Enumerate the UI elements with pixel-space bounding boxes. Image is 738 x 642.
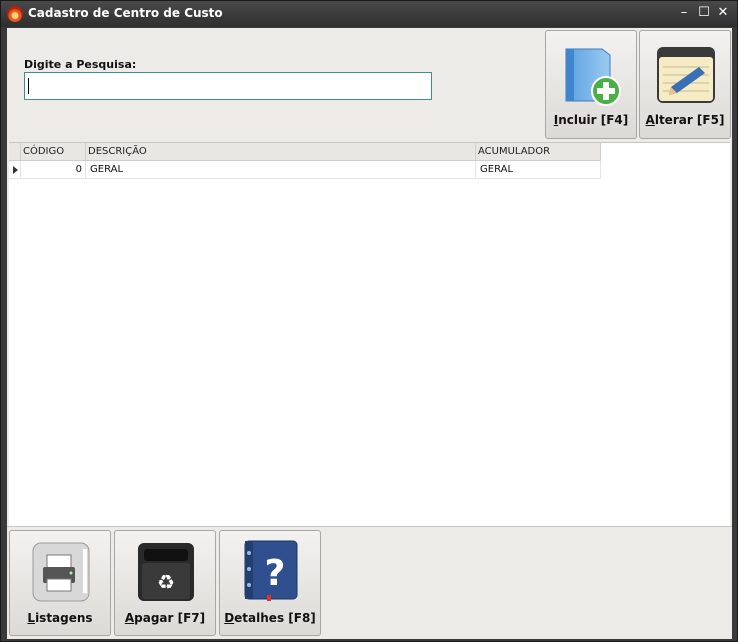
svg-text:♻: ♻ [157,570,175,594]
bottom-toolbar: Listagens ♻ Apagar [F7] ? Detalhes [F8] [7,526,732,639]
detalhes-button[interactable]: ? Detalhes [F8] [219,530,321,636]
close-button[interactable]: ✕ [715,4,731,22]
cell-acumulador[interactable]: GERAL [476,161,601,178]
column-header-codigo[interactable]: CÓDIGO [21,143,86,160]
printer-icon [32,542,90,602]
search-label: Digite a Pesquisa: [24,58,137,71]
app-flame-icon [7,6,23,22]
grid-header: CÓDIGO DESCRIÇÃO ACUMULADOR [9,143,601,161]
svg-text:?: ? [265,553,286,594]
incluir-button[interactable]: Incluir [F4] [545,30,637,139]
text-caret [28,78,29,94]
incluir-label: Incluir [F4] [553,113,629,127]
header-indicator-cell [9,143,21,160]
help-book-icon: ? [244,540,298,601]
form-client-area: Digite a Pesquisa: Incluir [F4] Alterar … [7,28,732,639]
maximize-button[interactable]: ☐ [696,4,712,22]
table-row[interactable]: 0 GERAL GERAL [9,161,601,179]
apagar-label: Apagar [F7] [124,611,206,625]
cell-descricao[interactable]: GERAL [86,161,476,178]
title-bar[interactable]: Cadastro de Centro de Custo – ☐ ✕ [1,1,737,27]
cell-codigo[interactable]: 0 [21,161,86,178]
recycle-bin-icon: ♻ [138,543,194,601]
detalhes-label: Detalhes [F8] [224,611,316,625]
apagar-button[interactable]: ♻ Apagar [F7] [114,530,216,636]
results-grid[interactable]: CÓDIGO DESCRIÇÃO ACUMULADOR 0 GERAL GERA… [9,142,730,526]
notepad-pencil-icon [657,47,715,103]
column-header-acumulador[interactable]: ACUMULADOR [476,143,601,160]
listagens-button[interactable]: Listagens [9,530,111,636]
column-header-descricao[interactable]: DESCRIÇÃO [86,143,476,160]
alterar-label: Alterar [F5] [645,113,725,127]
row-indicator [9,161,21,178]
minimize-button[interactable]: – [676,4,692,22]
main-window: Cadastro de Centro de Custo – ☐ ✕ Digite… [0,0,738,642]
listagens-label: Listagens [27,611,93,625]
folder-add-icon [565,48,621,106]
alterar-button[interactable]: Alterar [F5] [639,30,731,139]
row-pointer-icon [13,166,18,174]
window-title: Cadastro de Centro de Custo [28,6,223,20]
search-input[interactable] [24,72,432,100]
